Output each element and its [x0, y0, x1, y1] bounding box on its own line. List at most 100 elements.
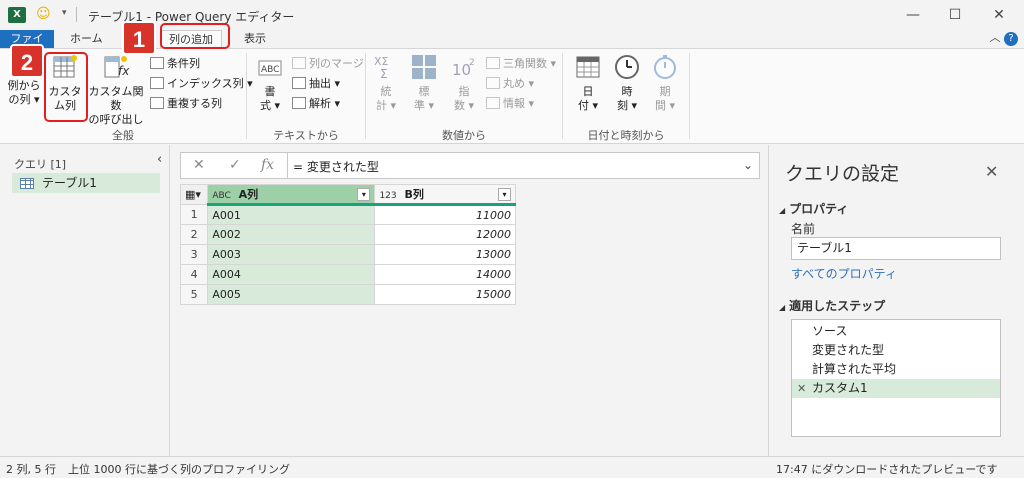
table-cell[interactable]: A005 [207, 284, 376, 305]
date-label-2: 付 ▾ [577, 99, 599, 112]
list-item[interactable]: ソース [792, 322, 1000, 341]
trigonometry-label: 三角関数 ▾ [503, 57, 557, 70]
minimize-button[interactable]: — [898, 4, 928, 26]
group-label-number: 数値から [442, 129, 486, 142]
row-number: 1 [179, 204, 209, 225]
information-label: 情報 ▾ [503, 97, 535, 110]
delete-step-icon[interactable]: ✕ [797, 379, 806, 398]
statistics-button[interactable]: XΣ Σ 統 計 ▾ [370, 53, 402, 113]
duplicate-column-icon [150, 97, 164, 109]
table-cell[interactable]: A004 [207, 264, 376, 285]
queries-header: クエリ [1] [14, 158, 67, 171]
extract-icon [292, 77, 306, 89]
trigonometry-button[interactable]: 三角関数 ▾ [486, 55, 556, 72]
index-column-button[interactable]: インデックス列 ▾ [150, 75, 253, 92]
table-row: 1 A001 11000 [179, 204, 516, 225]
properties-section[interactable]: ◢ プロパティ [779, 200, 848, 217]
ribbon-separator [689, 53, 690, 139]
conditional-column-button[interactable]: 条件列 [150, 55, 200, 72]
query-name-input[interactable]: テーブル1 [791, 237, 1001, 260]
column-filter-icon[interactable]: ▾ [357, 188, 371, 201]
table-cell[interactable]: A001 [207, 204, 376, 225]
row-number: 3 [179, 244, 209, 265]
close-icon[interactable]: ✕ [985, 162, 998, 181]
fx-icon[interactable]: fx [261, 157, 274, 173]
title-separator [76, 7, 77, 22]
column-filter-icon[interactable]: ▾ [498, 188, 511, 201]
query-item[interactable]: テーブル1 [12, 173, 160, 193]
extract-button[interactable]: 抽出 ▾ [292, 75, 340, 92]
maximize-button[interactable]: ☐ [940, 4, 970, 26]
column-header-a[interactable]: ABC A列 ▾ [207, 184, 376, 206]
quick-access-dropdown-icon[interactable]: ▾ [62, 8, 67, 18]
rounding-icon [486, 77, 500, 89]
tab-view[interactable]: 表示 [236, 30, 274, 48]
smiley-icon[interactable]: ☺ [36, 6, 51, 22]
scientific-label-1: 指 [458, 85, 470, 98]
formula-input[interactable]: = 変更された型 [293, 158, 379, 175]
list-item[interactable]: 変更された型 [792, 341, 1000, 360]
time-button[interactable]: 時 刻 ▾ [610, 53, 644, 113]
tab-home[interactable]: ホーム [62, 30, 111, 48]
text-type-icon[interactable]: ABC [212, 191, 230, 201]
table-cell[interactable]: A002 [207, 224, 376, 245]
query-settings-pane: クエリの設定 ✕ ◢ プロパティ 名前 テーブル1 すべてのプロパティ ◢ 適用した… [768, 145, 1024, 456]
row-number: 5 [179, 284, 209, 305]
list-item-selected[interactable]: ✕ カスタム1 [792, 379, 1000, 398]
svg-text:fx: fx [118, 64, 130, 78]
scientific-button[interactable]: 10 2 指 数 ▾ [446, 53, 482, 113]
duplicate-column-button[interactable]: 重複する列 [150, 95, 222, 112]
applied-steps-section[interactable]: ◢ 適用したステップ [779, 297, 885, 314]
date-button[interactable]: 日 付 ▾ [570, 53, 606, 113]
all-properties-link[interactable]: すべてのプロパティ [791, 265, 897, 282]
index-column-label: インデックス列 ▾ [167, 77, 253, 90]
duration-button[interactable]: 期 間 ▾ [648, 53, 682, 113]
information-button[interactable]: 情報 ▾ [486, 95, 534, 112]
status-row-count: 2 列, 5 行 [6, 463, 56, 476]
ribbon: 例から の列 ▾ カスタ ム列 fx カスタム関数 の呼び出し 条件列 インデッ… [0, 48, 1024, 144]
stopwatch-icon [654, 55, 676, 79]
statistics-icon: XΣ Σ [374, 55, 389, 81]
duration-label-1: 期 [659, 85, 671, 98]
table-cell[interactable]: A003 [207, 244, 376, 265]
information-icon [486, 97, 500, 109]
status-bar: 2 列, 5 行 上位 1000 行に基づく列のプロファイリング 17:47 に… [0, 456, 1024, 478]
commit-icon[interactable]: ✓ [229, 157, 241, 173]
conditional-column-icon [150, 57, 164, 69]
svg-text:ABC: ABC [261, 65, 279, 75]
table-cell[interactable]: 12000 [374, 224, 516, 245]
table-cell[interactable]: 13000 [374, 244, 516, 265]
cancel-icon[interactable]: ✕ [193, 157, 205, 173]
status-profiling[interactable]: 上位 1000 行に基づく列のプロファイリング [68, 461, 290, 477]
standard-button[interactable]: 標 準 ▾ [406, 53, 442, 113]
rounding-button[interactable]: 丸め ▾ [486, 75, 534, 92]
properties-header: プロパティ [789, 202, 849, 216]
table-cell[interactable]: 11000 [374, 204, 516, 225]
calendar-icon [576, 56, 600, 78]
name-label: 名前 [791, 222, 816, 236]
table-cell[interactable]: 15000 [374, 284, 516, 305]
parse-button[interactable]: 解析 ▾ [292, 95, 340, 112]
collapse-pane-icon[interactable]: ‹ [157, 152, 162, 167]
column-from-examples-button[interactable]: 例から の列 ▾ [6, 79, 42, 107]
help-icon[interactable]: ? [1004, 32, 1018, 46]
time-label-2: 刻 ▾ [616, 99, 638, 112]
extract-label: 抽出 ▾ [309, 77, 341, 90]
table-menu-icon[interactable]: ▦▾ [179, 184, 209, 205]
column-header-b[interactable]: 123 B列 ▾ [374, 184, 516, 206]
parse-label: 解析 ▾ [309, 97, 341, 110]
group-label-text: テキストから [273, 129, 339, 142]
merge-columns-icon [292, 57, 306, 69]
close-button[interactable]: ✕ [984, 4, 1014, 26]
column-header-label: B列 [404, 188, 424, 201]
number-type-icon[interactable]: 123 [379, 191, 396, 201]
column-from-examples-label-2: の列 ▾ [8, 93, 40, 106]
chevron-down-icon[interactable]: ⌄ [743, 158, 753, 172]
time-label-1: 時 [621, 85, 633, 98]
list-item[interactable]: 計算された平均 [792, 360, 1000, 379]
conditional-column-label: 条件列 [167, 57, 200, 70]
format-button[interactable]: ABC 書 式 ▾ [254, 53, 286, 113]
invoke-custom-function-button[interactable]: fx カスタム関数 の呼び出し [86, 53, 146, 127]
merge-columns-button[interactable]: 列のマージ [292, 55, 364, 72]
table-cell[interactable]: 14000 [374, 264, 516, 285]
